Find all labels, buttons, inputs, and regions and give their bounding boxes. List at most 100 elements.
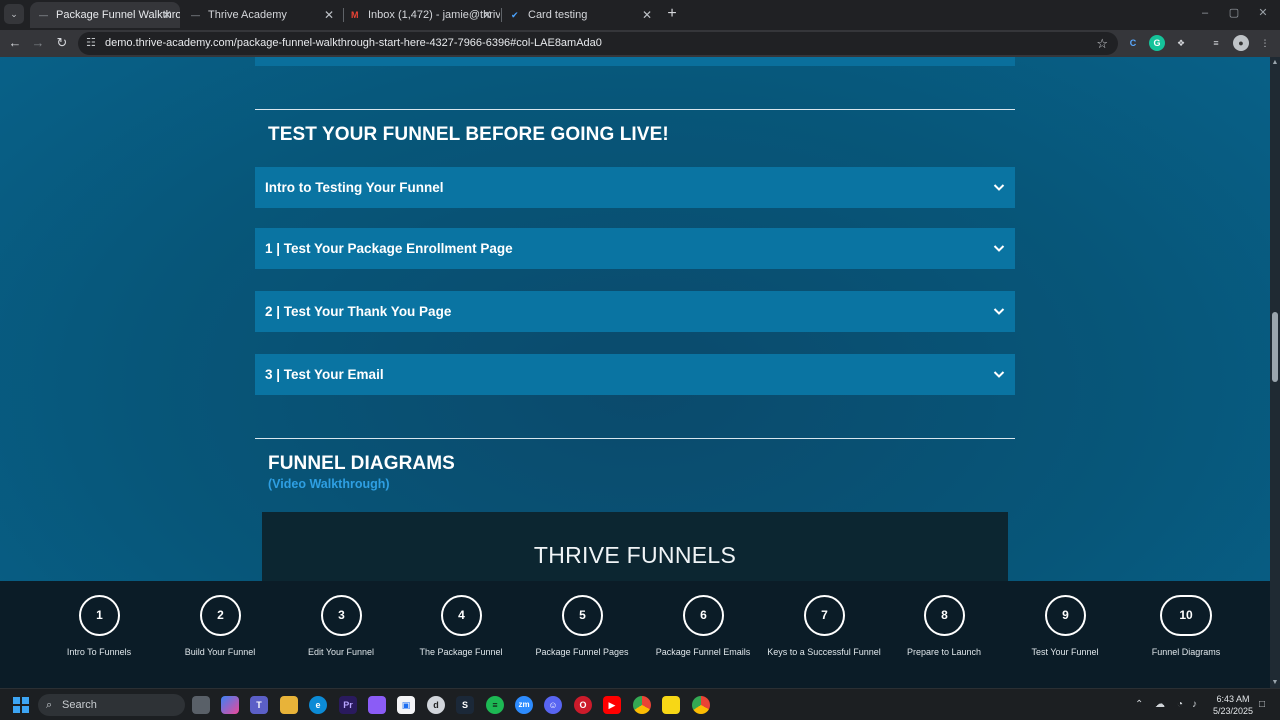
chrome-icon[interactable] bbox=[633, 696, 651, 714]
spotify-icon[interactable]: ≡ bbox=[486, 696, 504, 714]
accordion-label: 3 | Test Your Email bbox=[265, 367, 384, 382]
step-2-build-your-funnel[interactable]: 2 Build Your Funnel bbox=[160, 595, 280, 665]
close-window-icon[interactable]: ✕ bbox=[1255, 5, 1271, 21]
extension-c-icon[interactable]: C bbox=[1125, 35, 1141, 51]
previous-accordion-bar[interactable] bbox=[255, 57, 1015, 66]
restore-icon[interactable]: ▢ bbox=[1226, 5, 1242, 21]
reload-icon[interactable]: ↻ bbox=[51, 32, 73, 54]
step-10-funnel-diagrams[interactable]: 10 Funnel Diagrams bbox=[1126, 595, 1246, 665]
address-bar[interactable]: ☷ demo.thrive-academy.com/package-funnel… bbox=[78, 32, 1118, 55]
step-label: Prepare to Launch bbox=[906, 647, 982, 657]
search-icon: ⌕ bbox=[46, 699, 53, 711]
wifi-icon[interactable]: ◔ bbox=[1177, 689, 1183, 720]
bookmark-star-icon[interactable]: ☆ bbox=[1096, 32, 1108, 55]
close-tab-icon[interactable]: ✕ bbox=[324, 2, 334, 28]
task-view-icon[interactable] bbox=[192, 696, 210, 714]
step-4-the-package-funnel[interactable]: 4 The Package Funnel bbox=[401, 595, 521, 665]
page-scrollbar[interactable]: ▲ ▼ bbox=[1270, 57, 1280, 688]
step-number: 2 bbox=[200, 595, 241, 636]
section-divider bbox=[255, 438, 1015, 439]
copilot-icon[interactable] bbox=[221, 696, 239, 714]
gmail-icon: M bbox=[351, 10, 359, 20]
steam-icon[interactable]: S bbox=[456, 696, 474, 714]
tab-title: Thrive Academy bbox=[208, 9, 287, 21]
tab-thrive-academy[interactable]: — Thrive Academy ✕ bbox=[182, 2, 342, 28]
extension-grammarly-icon[interactable]: G bbox=[1149, 35, 1165, 51]
close-tab-icon[interactable]: ✕ bbox=[162, 2, 172, 28]
browser-tab-strip: ⌄ — Package Funnel Walkthrough ( ✕ — Thr… bbox=[0, 0, 1280, 30]
step-label: The Package Funnel bbox=[419, 647, 503, 657]
opera-icon[interactable]: O bbox=[574, 696, 592, 714]
accordion-test-thank-you-page[interactable]: 2 | Test Your Thank You Page bbox=[255, 291, 1015, 332]
back-arrow-icon[interactable]: ← bbox=[4, 32, 26, 54]
scroll-up-arrow-icon[interactable]: ▲ bbox=[1270, 59, 1280, 66]
step-6-package-funnel-emails[interactable]: 6 Package Funnel Emails bbox=[643, 595, 763, 665]
tray-chevron-up-icon[interactable]: ⌃ bbox=[1135, 689, 1143, 720]
chrome-profile-icon[interactable] bbox=[692, 696, 710, 714]
funnel-diagrams-title: FUNNEL DIAGRAMS bbox=[268, 453, 455, 474]
close-tab-icon[interactable]: ✕ bbox=[482, 2, 492, 28]
step-5-package-funnel-pages[interactable]: 5 Package Funnel Pages bbox=[522, 595, 642, 665]
tab-title: Inbox (1,472) - jamie@thrive-ac bbox=[368, 9, 500, 21]
test-funnel-section-title: TEST YOUR FUNNEL BEFORE GOING LIVE! bbox=[268, 124, 669, 145]
page-icon: — bbox=[39, 10, 48, 20]
tab-gmail-inbox[interactable]: M Inbox (1,472) - jamie@thrive-ac ✕ bbox=[342, 2, 500, 28]
step-8-prepare-to-launch[interactable]: 8 Prepare to Launch bbox=[884, 595, 1004, 665]
volume-icon[interactable]: ♪ bbox=[1192, 689, 1197, 720]
photos-icon[interactable] bbox=[368, 696, 386, 714]
cloud-off-icon[interactable]: ☁ bbox=[1155, 689, 1165, 720]
file-explorer-icon[interactable] bbox=[280, 696, 298, 714]
browser-toolbar: ← → ↻ ☷ demo.thrive-academy.com/package-… bbox=[0, 30, 1280, 57]
youtube-icon[interactable]: ▶ bbox=[603, 696, 621, 714]
taskbar-clock[interactable]: 6:43 AM 5/23/2025 bbox=[1210, 693, 1256, 717]
tab-search-chevron-icon[interactable]: ⌄ bbox=[4, 4, 24, 24]
section-divider bbox=[255, 109, 1015, 110]
browser-menu-icon[interactable]: ⋮ bbox=[1257, 35, 1273, 51]
app-icon[interactable]: d bbox=[427, 696, 445, 714]
video-walkthrough-link[interactable]: (Video Walkthrough) bbox=[268, 477, 390, 491]
scrollbar-thumb[interactable] bbox=[1272, 312, 1278, 382]
store-icon[interactable]: ▣ bbox=[397, 696, 415, 714]
tab-card-testing[interactable]: ✔ Card testing ✕ bbox=[502, 2, 660, 28]
step-number: 3 bbox=[321, 595, 362, 636]
notification-bell-icon[interactable]: □ bbox=[1259, 689, 1265, 720]
step-7-keys-to-success[interactable]: 7 Keys to a Successful Funnel bbox=[764, 595, 884, 665]
teams-icon[interactable]: T bbox=[250, 696, 268, 714]
edge-icon[interactable]: e bbox=[309, 696, 327, 714]
close-tab-icon[interactable]: ✕ bbox=[642, 2, 652, 28]
step-9-test-your-funnel[interactable]: 9 Test Your Funnel bbox=[1005, 595, 1125, 665]
step-label: Keys to a Successful Funnel bbox=[767, 647, 881, 657]
step-number: 1 bbox=[79, 595, 120, 636]
step-number: 5 bbox=[562, 595, 603, 636]
accordion-label: 1 | Test Your Package Enrollment Page bbox=[265, 241, 513, 256]
windows-start-icon[interactable] bbox=[13, 697, 29, 713]
media-control-icon[interactable]: ≡ bbox=[1208, 35, 1224, 51]
step-number: 10 bbox=[1160, 595, 1212, 636]
step-3-edit-your-funnel[interactable]: 3 Edit Your Funnel bbox=[281, 595, 401, 665]
forward-arrow-icon[interactable]: → bbox=[27, 32, 49, 54]
funnel-diagram-panel: THRIVE FUNNELS bbox=[262, 512, 1008, 581]
zoom-icon[interactable]: zm bbox=[515, 696, 533, 714]
url-text[interactable]: demo.thrive-academy.com/package-funnel-w… bbox=[105, 32, 602, 55]
accordion-test-enrollment-page[interactable]: 1 | Test Your Package Enrollment Page bbox=[255, 228, 1015, 269]
taskbar-search-box[interactable]: ⌕ Search bbox=[38, 694, 185, 716]
step-1-intro-to-funnels[interactable]: 1 Intro To Funnels bbox=[39, 595, 159, 665]
step-number: 8 bbox=[924, 595, 965, 636]
step-label: Edit Your Funnel bbox=[307, 647, 375, 657]
accordion-test-email[interactable]: 3 | Test Your Email bbox=[255, 354, 1015, 395]
new-tab-button[interactable]: + bbox=[662, 4, 682, 24]
step-label: Funnel Diagrams bbox=[1151, 647, 1221, 657]
profile-avatar[interactable]: ● bbox=[1233, 35, 1249, 51]
accordion-intro-testing[interactable]: Intro to Testing Your Funnel bbox=[255, 167, 1015, 208]
sticky-notes-icon[interactable] bbox=[662, 696, 680, 714]
tab-package-funnel-walkthrough[interactable]: — Package Funnel Walkthrough ( ✕ bbox=[30, 2, 180, 28]
minimize-icon[interactable]: – bbox=[1197, 5, 1213, 21]
premiere-icon[interactable]: Pr bbox=[339, 696, 357, 714]
site-info-icon[interactable]: ☷ bbox=[86, 32, 96, 55]
chevron-down-icon bbox=[993, 371, 1005, 378]
page-content: TEST YOUR FUNNEL BEFORE GOING LIVE! Intr… bbox=[0, 57, 1280, 581]
extensions-puzzle-icon[interactable]: ❖ bbox=[1173, 35, 1189, 51]
discord-icon[interactable]: ☺ bbox=[544, 696, 562, 714]
step-number: 6 bbox=[683, 595, 724, 636]
scroll-down-arrow-icon[interactable]: ▼ bbox=[1270, 679, 1280, 686]
